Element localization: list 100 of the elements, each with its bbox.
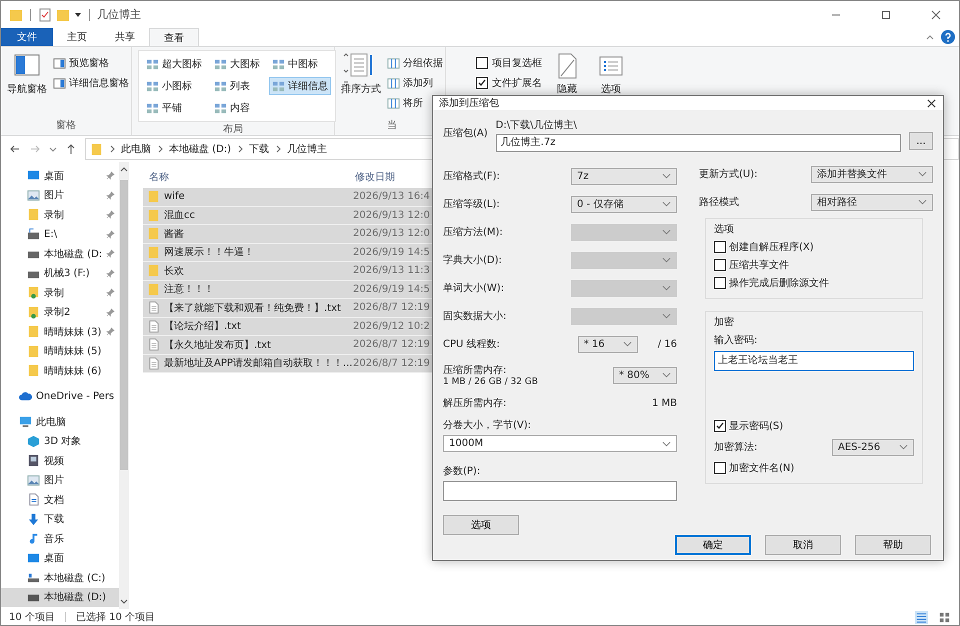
checkbox[interactable] xyxy=(476,77,488,89)
details-view-icon[interactable] xyxy=(915,610,928,624)
navigation-pane-button[interactable]: 导航窗格 xyxy=(7,50,47,96)
dropdown[interactable]: * 80% xyxy=(613,366,677,384)
pin-icon[interactable] xyxy=(106,190,116,200)
sort-button[interactable]: 排序方式 xyxy=(341,50,381,96)
dropdown[interactable]: 添加并替换文件 xyxy=(811,166,933,182)
nav-item[interactable]: 音乐 xyxy=(1,529,120,548)
ribbon-tab[interactable]: 主页 xyxy=(53,28,101,46)
nav-item[interactable]: 下载 xyxy=(1,510,120,529)
checkbox[interactable] xyxy=(714,277,726,289)
nav-item[interactable]: 录制 xyxy=(1,205,120,224)
nav-item[interactable]: 录制2 xyxy=(1,302,120,322)
layout-option[interactable]: 列表 xyxy=(211,77,263,95)
layout-option[interactable]: 详细信息 xyxy=(269,77,331,95)
nav-item[interactable]: 图片 xyxy=(1,470,120,490)
nav-item[interactable]: 文档 xyxy=(1,490,120,510)
nav-item[interactable]: 桌面 xyxy=(1,548,120,568)
pin-icon[interactable] xyxy=(106,210,116,220)
ribbon-checkbox[interactable]: 文件扩展名 xyxy=(476,76,542,90)
nav-item[interactable]: 晴晴妹妹 (5) xyxy=(1,342,120,361)
nav-item[interactable]: 3D 对象 xyxy=(1,432,120,451)
hide-selected-button[interactable]: 隐藏 xyxy=(548,50,586,96)
pane-toggle-button[interactable]: 预览窗格 xyxy=(53,56,129,70)
layout-option[interactable]: 平铺 xyxy=(143,99,205,117)
breadcrumb[interactable]: 几位博主 xyxy=(287,142,328,156)
pin-icon[interactable] xyxy=(106,268,116,278)
back-icon[interactable] xyxy=(9,143,21,155)
checkbox-option[interactable]: 创建自解压程序(X) xyxy=(714,240,914,254)
dropdown[interactable]: 0 - 仅存储 xyxy=(571,196,677,212)
archive-name-field[interactable]: 几位博主.7z xyxy=(496,134,901,152)
checkbox-option[interactable]: 操作完成后删除源文件 xyxy=(714,276,914,290)
properties-icon[interactable] xyxy=(38,8,52,22)
dialog-button[interactable]: 取消 xyxy=(765,535,841,555)
pane-toggle-button[interactable]: 详细信息窗格 xyxy=(53,76,129,90)
column-header[interactable]: 名称 xyxy=(143,170,355,184)
nav-item[interactable]: 视频 xyxy=(1,451,120,470)
ribbon-tab[interactable]: 共享 xyxy=(101,28,149,46)
ribbon-tab[interactable]: 查看 xyxy=(149,28,199,46)
pin-icon[interactable] xyxy=(106,288,116,298)
breadcrumb[interactable]: 下载 xyxy=(249,142,270,156)
layout-option[interactable]: 大图标 xyxy=(211,55,263,73)
layout-option[interactable]: 小图标 xyxy=(143,77,205,95)
layout-option[interactable]: 内容 xyxy=(211,99,263,117)
large-icons-view-icon[interactable] xyxy=(938,610,951,624)
browse-button[interactable]: ... xyxy=(909,132,933,150)
dropdown[interactable]: AES-256 xyxy=(832,438,914,456)
pin-icon[interactable] xyxy=(106,327,116,336)
scroll-down-icon[interactable] xyxy=(120,599,128,605)
view-command-button[interactable]: 添加列 xyxy=(387,76,443,90)
breadcrumb[interactable]: 本地磁盘 (D:) xyxy=(169,142,232,156)
nav-item[interactable]: 本地磁盘 (D: xyxy=(1,244,120,264)
pin-icon[interactable] xyxy=(106,249,116,258)
checkbox[interactable] xyxy=(714,259,726,271)
pin-icon[interactable] xyxy=(106,171,116,180)
dialog-button[interactable]: 帮助 xyxy=(855,535,931,555)
nav-item[interactable]: 晴晴妹妹 (3) xyxy=(1,322,120,342)
options-button[interactable]: 选项 xyxy=(592,50,630,96)
column-header[interactable]: 修改日期 xyxy=(355,170,395,184)
maximize-icon[interactable] xyxy=(880,8,892,20)
dropdown-icon[interactable] xyxy=(74,10,82,18)
scroll-up-icon[interactable] xyxy=(120,166,128,172)
layout-option[interactable]: 中图标 xyxy=(269,55,331,73)
up-icon[interactable] xyxy=(65,143,77,155)
parameters-field[interactable] xyxy=(443,481,677,501)
help-icon[interactable] xyxy=(941,30,955,44)
dropdown[interactable]: * 16 xyxy=(578,336,638,352)
nav-item[interactable]: 机械3 (F:) xyxy=(1,264,120,283)
scrollbar[interactable] xyxy=(119,162,129,609)
options-button[interactable]: 选项 xyxy=(443,515,519,535)
close-icon[interactable] xyxy=(926,98,937,108)
ribbon-checkbox[interactable]: 项目复选框 xyxy=(476,56,542,70)
nav-item[interactable]: OneDrive - Pers xyxy=(1,386,120,406)
nav-item[interactable]: 录制 xyxy=(1,283,120,302)
checkbox[interactable] xyxy=(714,241,726,253)
pin-icon[interactable] xyxy=(106,308,116,317)
dropdown[interactable]: 1000M xyxy=(443,435,677,452)
nav-item[interactable]: 此电脑 xyxy=(1,412,120,432)
dropdown[interactable]: 相对路径 xyxy=(811,194,933,210)
nav-item[interactable]: 本地磁盘 (D:) xyxy=(1,588,120,607)
checkbox-option[interactable]: 显示密码(S) xyxy=(714,419,914,433)
nav-item[interactable]: E:\ xyxy=(1,224,120,244)
checkbox-option[interactable]: 加密文件名(N) xyxy=(714,461,914,475)
nav-item[interactable]: 晴晴妹妹 (6) xyxy=(1,361,120,380)
nav-item[interactable]: 图片 xyxy=(1,186,120,205)
password-field[interactable]: 上老王论坛当老王 xyxy=(714,351,914,371)
file-menu-button[interactable]: 文件 xyxy=(1,28,53,46)
checkbox[interactable] xyxy=(714,462,726,474)
pin-icon[interactable] xyxy=(106,230,116,239)
dropdown[interactable]: 7z xyxy=(571,168,677,184)
layout-option[interactable]: 超大图标 xyxy=(143,55,205,73)
checkbox[interactable] xyxy=(714,420,726,432)
dialog-button[interactable]: 确定 xyxy=(675,535,751,555)
close-icon[interactable] xyxy=(930,8,942,20)
breadcrumb[interactable]: 此电脑 xyxy=(121,142,151,156)
view-command-button[interactable]: 分组依据 xyxy=(387,56,443,70)
nav-item[interactable]: 本地磁盘 (C:) xyxy=(1,568,120,588)
checkbox[interactable] xyxy=(476,57,488,69)
nav-item[interactable]: 桌面 xyxy=(1,166,120,186)
checkbox-option[interactable]: 压缩共享文件 xyxy=(714,258,914,272)
